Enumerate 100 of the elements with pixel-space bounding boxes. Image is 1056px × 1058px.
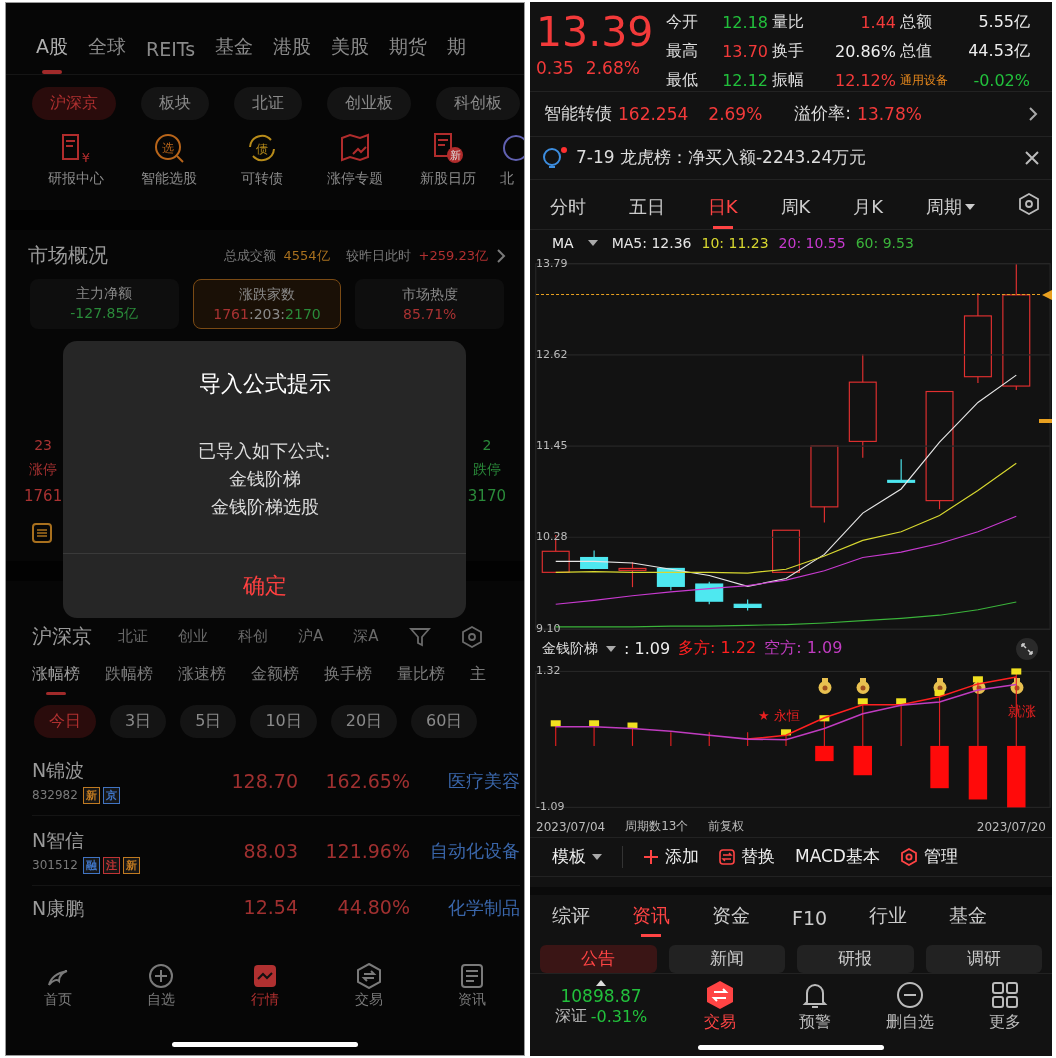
chevron-right-icon[interactable] (1028, 105, 1038, 122)
nav-tab[interactable]: 自选 (109, 963, 214, 1033)
rank-tab[interactable]: 金额榜 (251, 664, 299, 695)
overview-card[interactable]: 涨跌家数 1761:203:2170 (192, 279, 342, 329)
rank-tab[interactable]: 涨速榜 (178, 664, 226, 695)
board-tab[interactable]: 北证 (118, 627, 148, 646)
caret-icon[interactable] (606, 645, 616, 652)
shortcut-label[interactable]: 涨停专题 (326, 170, 383, 188)
toolbar-button[interactable]: 添加 (643, 845, 699, 869)
chart-tab[interactable]: 日K (707, 194, 738, 229)
limit-total: 1761 (24, 487, 63, 505)
expand-arrow-icon[interactable] (596, 979, 606, 986)
chart-tab[interactable]: 周K (780, 194, 811, 229)
signal-bar (853, 745, 872, 776)
info-tab[interactable]: 行业 (869, 902, 908, 937)
market-tab[interactable]: 期 (437, 34, 477, 74)
action-button[interactable]: 预警 (767, 979, 862, 1056)
chevron-right-icon[interactable] (496, 247, 506, 264)
indicator-name[interactable]: 金钱阶梯 (542, 639, 598, 658)
period-chip[interactable]: 60日 (411, 705, 478, 738)
market-tab[interactable]: 期货 (379, 34, 438, 74)
shortcut-label[interactable]: 可转债 (240, 170, 283, 188)
rank-tab[interactable]: 量比榜 (397, 664, 445, 695)
market-tab[interactable]: 基金 (205, 34, 264, 74)
toolbar-button[interactable]: 管理 (899, 845, 958, 869)
shortcut-label[interactable]: 智能选股 (140, 170, 197, 188)
stock-change: 44.80% (336, 896, 410, 918)
chart-tab[interactable]: 月K (853, 194, 884, 229)
indicator-value: : 1.09 (624, 639, 671, 659)
signal-bar (1007, 745, 1026, 808)
market-tab[interactable]: 全球 (78, 34, 136, 74)
stock-name[interactable]: N智信 (32, 827, 202, 854)
period-chip[interactable]: 5日 (180, 705, 237, 738)
shortcut-label[interactable]: 北 (500, 170, 514, 188)
chart-tab[interactable]: 周期 (926, 194, 976, 229)
candle (695, 581, 724, 605)
toolbar-button[interactable]: MACD基本 (795, 845, 880, 869)
market-chip[interactable]: 创业板 (327, 87, 411, 120)
nav-tab[interactable]: 行情 (213, 963, 317, 1033)
bond-name[interactable]: 智能转债 (544, 102, 612, 126)
action-button[interactable]: 更多 (957, 979, 1052, 1056)
market-tab[interactable]: REITs (136, 38, 206, 74)
market-chip[interactable]: 科创板 (436, 87, 520, 120)
board-tab[interactable]: 深A (353, 627, 379, 646)
info-tab[interactable]: 资讯 (632, 902, 670, 937)
chart-tab[interactable]: 五日 (628, 194, 665, 229)
board-title[interactable]: 沪深京 (32, 623, 92, 650)
board-tab[interactable]: 科创 (238, 627, 268, 646)
market-chip[interactable]: 北证 (234, 87, 302, 120)
settings-icon[interactable] (1017, 193, 1040, 216)
market-chip[interactable]: 板块 (141, 87, 209, 120)
info-tab[interactable]: F10 (792, 906, 828, 937)
index-change: -0.31% (590, 1006, 648, 1026)
market-tab[interactable]: 港股 (263, 34, 322, 74)
info-tab[interactable]: 综评 (552, 902, 590, 937)
expand-icon[interactable] (1016, 637, 1038, 660)
period-chip[interactable]: 10日 (250, 705, 317, 738)
signal-bar (968, 745, 988, 800)
signal-marker (550, 720, 561, 747)
chart-tab[interactable]: 分时 (550, 194, 586, 229)
confirm-button[interactable]: 确定 (63, 554, 466, 618)
bond-price: 162.254 (618, 103, 689, 124)
stock-name[interactable]: N康鹏 (32, 896, 202, 922)
period-chip[interactable]: 20日 (330, 705, 398, 738)
board-tab[interactable]: 沪A (298, 627, 324, 646)
industry-link[interactable]: 医疗美容 (410, 768, 520, 793)
nav-tab[interactable]: 首页 (6, 963, 110, 1033)
info-chip[interactable]: 新闻 (668, 944, 785, 973)
filter-icon[interactable] (408, 625, 431, 648)
nav-tab[interactable]: 资讯 (420, 963, 524, 1033)
market-tab[interactable]: 美股 (321, 34, 380, 74)
info-tab[interactable]: 资金 (712, 902, 750, 937)
overview-card[interactable]: 主力净额 -127.85亿 (30, 279, 179, 329)
overview-card[interactable]: 市场热度 85.71% (355, 279, 504, 329)
shortcut-label[interactable]: 研报中心 (47, 170, 104, 188)
info-chip[interactable]: 研报 (797, 944, 914, 973)
info-chip[interactable]: 调研 (925, 944, 1042, 973)
rank-tab[interactable]: 涨幅榜 (32, 664, 80, 695)
ma-value: 20: 10.55 (778, 234, 846, 251)
toolbar-button[interactable]: 模板 (552, 845, 602, 869)
caret-icon[interactable] (587, 239, 598, 246)
rank-tab[interactable]: 跌幅榜 (105, 664, 153, 695)
board-tab[interactable]: 创业 (178, 627, 208, 646)
notice-text[interactable]: 7-19 龙虎榜：净买入额-2243.24万元 (576, 146, 867, 170)
action-button[interactable]: 删自选 (862, 979, 957, 1056)
period-chip[interactable]: 3日 (110, 705, 167, 738)
ma-label[interactable]: MA (552, 234, 574, 251)
info-chip[interactable]: 公告 (540, 944, 657, 973)
toolbar-button[interactable]: 替换 (719, 845, 775, 869)
stock-price: 128.70 (230, 769, 298, 792)
shortcut-label[interactable]: 新股日历 (419, 170, 476, 188)
close-icon[interactable] (1024, 149, 1040, 166)
stock-name[interactable]: N锦波 (32, 757, 202, 784)
industry-link[interactable]: 自动化设备 (410, 838, 520, 863)
rank-tab[interactable]: 主 (470, 664, 486, 695)
market-tab[interactable]: A股 (26, 34, 78, 74)
rank-tab[interactable]: 换手榜 (324, 664, 372, 695)
industry-link[interactable]: 化学制品 (410, 896, 520, 920)
nav-tab[interactable]: 交易 (316, 963, 421, 1033)
info-tab[interactable]: 基金 (949, 902, 988, 937)
